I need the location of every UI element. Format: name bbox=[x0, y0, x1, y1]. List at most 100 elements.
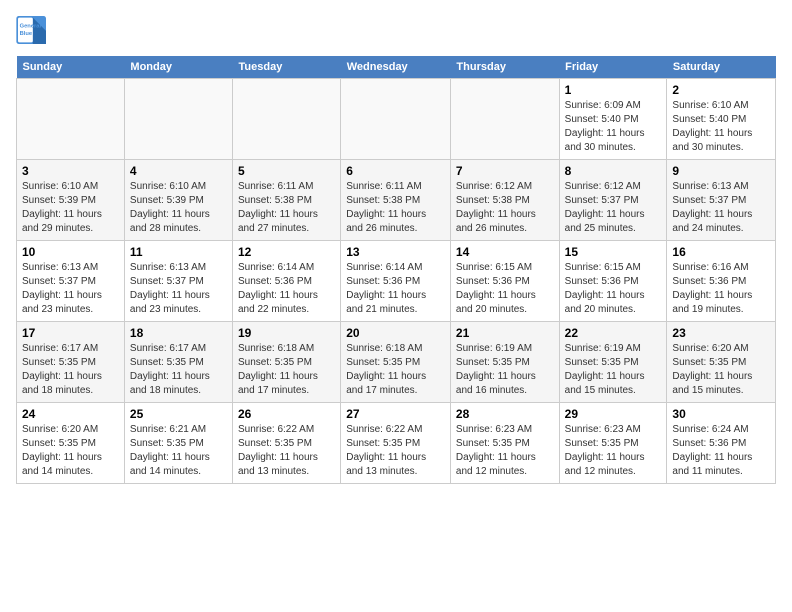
calendar-cell: 8 Sunrise: 6:12 AM Sunset: 5:37 PM Daylig… bbox=[559, 160, 667, 241]
day-info: Sunrise: 6:22 AM Sunset: 5:35 PM Dayligh… bbox=[238, 423, 335, 479]
day-info: Sunrise: 6:13 AM Sunset: 5:37 PM Dayligh… bbox=[672, 180, 770, 236]
day-info: Sunrise: 6:19 AM Sunset: 5:35 PM Dayligh… bbox=[456, 342, 554, 398]
calendar-cell bbox=[124, 79, 232, 160]
day-info: Sunrise: 6:23 AM Sunset: 5:35 PM Dayligh… bbox=[565, 423, 662, 479]
day-info: Sunrise: 6:10 AM Sunset: 5:39 PM Dayligh… bbox=[130, 180, 227, 236]
calendar-header-row: SundayMondayTuesdayWednesdayThursdayFrid… bbox=[17, 56, 776, 79]
calendar-cell: 17Sunrise: 6:17 AM Sunset: 5:35 PM Dayli… bbox=[17, 322, 125, 403]
calendar-table: SundayMondayTuesdayWednesdayThursdayFrid… bbox=[16, 56, 776, 484]
calendar-cell: 3Sunrise: 6:10 AM Sunset: 5:39 PM Daylig… bbox=[17, 160, 125, 241]
day-number: 4 bbox=[130, 164, 227, 178]
calendar-week-row: 1 Sunrise: 6:09 AM Sunset: 5:40 PM Daylig… bbox=[17, 79, 776, 160]
day-info: Sunrise: 6:15 AM Sunset: 5:36 PM Dayligh… bbox=[456, 261, 554, 317]
day-number: 10 bbox=[22, 245, 119, 259]
day-number: 13 bbox=[346, 245, 445, 259]
svg-text:General: General bbox=[20, 24, 42, 30]
header-thursday: Thursday bbox=[450, 56, 559, 79]
calendar-cell: 13 Sunrise: 6:14 AM Sunset: 5:36 PM Dayli… bbox=[341, 241, 451, 322]
calendar-cell: 9 Sunrise: 6:13 AM Sunset: 5:37 PM Daylig… bbox=[667, 160, 776, 241]
calendar-cell bbox=[341, 79, 451, 160]
calendar-week-row: 17Sunrise: 6:17 AM Sunset: 5:35 PM Dayli… bbox=[17, 322, 776, 403]
day-info: Sunrise: 6:12 AM Sunset: 5:38 PM Dayligh… bbox=[456, 180, 554, 236]
calendar-cell: 10 Sunrise: 6:13 AM Sunset: 5:37 PM Dayli… bbox=[17, 241, 125, 322]
calendar-cell: 15Sunrise: 6:15 AM Sunset: 5:36 PM Dayli… bbox=[559, 241, 667, 322]
calendar-cell bbox=[17, 79, 125, 160]
day-number: 9 bbox=[672, 164, 770, 178]
day-info: Sunrise: 6:13 AM Sunset: 5:37 PM Dayligh… bbox=[130, 261, 227, 317]
day-info: Sunrise: 6:13 AM Sunset: 5:37 PM Dayligh… bbox=[22, 261, 119, 317]
day-number: 24 bbox=[22, 407, 119, 421]
day-info: Sunrise: 6:16 AM Sunset: 5:36 PM Dayligh… bbox=[672, 261, 770, 317]
logo: General Blue bbox=[16, 16, 48, 44]
day-info: Sunrise: 6:22 AM Sunset: 5:35 PM Dayligh… bbox=[346, 423, 445, 479]
header-monday: Monday bbox=[124, 56, 232, 79]
calendar-cell bbox=[233, 79, 341, 160]
calendar-week-row: 3Sunrise: 6:10 AM Sunset: 5:39 PM Daylig… bbox=[17, 160, 776, 241]
calendar-cell: 19 Sunrise: 6:18 AM Sunset: 5:35 PM Dayli… bbox=[233, 322, 341, 403]
day-number: 20 bbox=[346, 326, 445, 340]
header-friday: Friday bbox=[559, 56, 667, 79]
day-number: 11 bbox=[130, 245, 227, 259]
header-wednesday: Wednesday bbox=[341, 56, 451, 79]
svg-text:Blue: Blue bbox=[20, 31, 32, 37]
day-number: 8 bbox=[565, 164, 662, 178]
day-info: Sunrise: 6:09 AM Sunset: 5:40 PM Dayligh… bbox=[565, 99, 662, 155]
header-saturday: Saturday bbox=[667, 56, 776, 79]
day-info: Sunrise: 6:10 AM Sunset: 5:40 PM Dayligh… bbox=[672, 99, 770, 155]
day-number: 26 bbox=[238, 407, 335, 421]
calendar-cell: 22 Sunrise: 6:19 AM Sunset: 5:35 PM Dayli… bbox=[559, 322, 667, 403]
day-number: 30 bbox=[672, 407, 770, 421]
day-number: 2 bbox=[672, 83, 770, 97]
calendar-cell: 20 Sunrise: 6:18 AM Sunset: 5:35 PM Dayli… bbox=[341, 322, 451, 403]
calendar-cell: 14Sunrise: 6:15 AM Sunset: 5:36 PM Dayli… bbox=[450, 241, 559, 322]
day-info: Sunrise: 6:10 AM Sunset: 5:39 PM Dayligh… bbox=[22, 180, 119, 236]
calendar-cell bbox=[450, 79, 559, 160]
calendar-cell: 7Sunrise: 6:12 AM Sunset: 5:38 PM Daylig… bbox=[450, 160, 559, 241]
day-number: 25 bbox=[130, 407, 227, 421]
page-header: General Blue bbox=[16, 16, 776, 44]
header-tuesday: Tuesday bbox=[233, 56, 341, 79]
day-info: Sunrise: 6:18 AM Sunset: 5:35 PM Dayligh… bbox=[238, 342, 335, 398]
day-info: Sunrise: 6:23 AM Sunset: 5:35 PM Dayligh… bbox=[456, 423, 554, 479]
calendar-cell: 11 Sunrise: 6:13 AM Sunset: 5:37 PM Dayli… bbox=[124, 241, 232, 322]
day-number: 29 bbox=[565, 407, 662, 421]
day-number: 12 bbox=[238, 245, 335, 259]
day-number: 23 bbox=[672, 326, 770, 340]
day-info: Sunrise: 6:14 AM Sunset: 5:36 PM Dayligh… bbox=[238, 261, 335, 317]
day-info: Sunrise: 6:12 AM Sunset: 5:37 PM Dayligh… bbox=[565, 180, 662, 236]
calendar-cell: 4 Sunrise: 6:10 AM Sunset: 5:39 PM Daylig… bbox=[124, 160, 232, 241]
calendar-cell: 30Sunrise: 6:24 AM Sunset: 5:36 PM Dayli… bbox=[667, 403, 776, 484]
day-number: 6 bbox=[346, 164, 445, 178]
day-info: Sunrise: 6:18 AM Sunset: 5:35 PM Dayligh… bbox=[346, 342, 445, 398]
calendar-cell: 26 Sunrise: 6:22 AM Sunset: 5:35 PM Dayli… bbox=[233, 403, 341, 484]
calendar-cell: 5Sunrise: 6:11 AM Sunset: 5:38 PM Daylig… bbox=[233, 160, 341, 241]
calendar-cell: 29 Sunrise: 6:23 AM Sunset: 5:35 PM Dayli… bbox=[559, 403, 667, 484]
day-number: 22 bbox=[565, 326, 662, 340]
day-number: 16 bbox=[672, 245, 770, 259]
day-info: Sunrise: 6:15 AM Sunset: 5:36 PM Dayligh… bbox=[565, 261, 662, 317]
day-number: 1 bbox=[565, 83, 662, 97]
day-info: Sunrise: 6:20 AM Sunset: 5:35 PM Dayligh… bbox=[22, 423, 119, 479]
day-info: Sunrise: 6:11 AM Sunset: 5:38 PM Dayligh… bbox=[346, 180, 445, 236]
calendar-cell: 21 Sunrise: 6:19 AM Sunset: 5:35 PM Dayli… bbox=[450, 322, 559, 403]
day-info: Sunrise: 6:17 AM Sunset: 5:35 PM Dayligh… bbox=[22, 342, 119, 398]
calendar-cell: 24 Sunrise: 6:20 AM Sunset: 5:35 PM Dayli… bbox=[17, 403, 125, 484]
calendar-cell: 2 Sunrise: 6:10 AM Sunset: 5:40 PM Daylig… bbox=[667, 79, 776, 160]
day-number: 19 bbox=[238, 326, 335, 340]
day-info: Sunrise: 6:17 AM Sunset: 5:35 PM Dayligh… bbox=[130, 342, 227, 398]
calendar-cell: 25 Sunrise: 6:21 AM Sunset: 5:35 PM Dayli… bbox=[124, 403, 232, 484]
calendar-cell: 1 Sunrise: 6:09 AM Sunset: 5:40 PM Daylig… bbox=[559, 79, 667, 160]
calendar-cell: 23 Sunrise: 6:20 AM Sunset: 5:35 PM Dayli… bbox=[667, 322, 776, 403]
calendar-week-row: 10 Sunrise: 6:13 AM Sunset: 5:37 PM Dayli… bbox=[17, 241, 776, 322]
day-info: Sunrise: 6:14 AM Sunset: 5:36 PM Dayligh… bbox=[346, 261, 445, 317]
day-number: 28 bbox=[456, 407, 554, 421]
day-info: Sunrise: 6:20 AM Sunset: 5:35 PM Dayligh… bbox=[672, 342, 770, 398]
logo-icon: General Blue bbox=[16, 16, 48, 44]
day-info: Sunrise: 6:21 AM Sunset: 5:35 PM Dayligh… bbox=[130, 423, 227, 479]
calendar-cell: 16 Sunrise: 6:16 AM Sunset: 5:36 PM Dayli… bbox=[667, 241, 776, 322]
day-info: Sunrise: 6:19 AM Sunset: 5:35 PM Dayligh… bbox=[565, 342, 662, 398]
day-number: 18 bbox=[130, 326, 227, 340]
calendar-cell: 27 Sunrise: 6:22 AM Sunset: 5:35 PM Dayli… bbox=[341, 403, 451, 484]
day-number: 21 bbox=[456, 326, 554, 340]
day-number: 27 bbox=[346, 407, 445, 421]
